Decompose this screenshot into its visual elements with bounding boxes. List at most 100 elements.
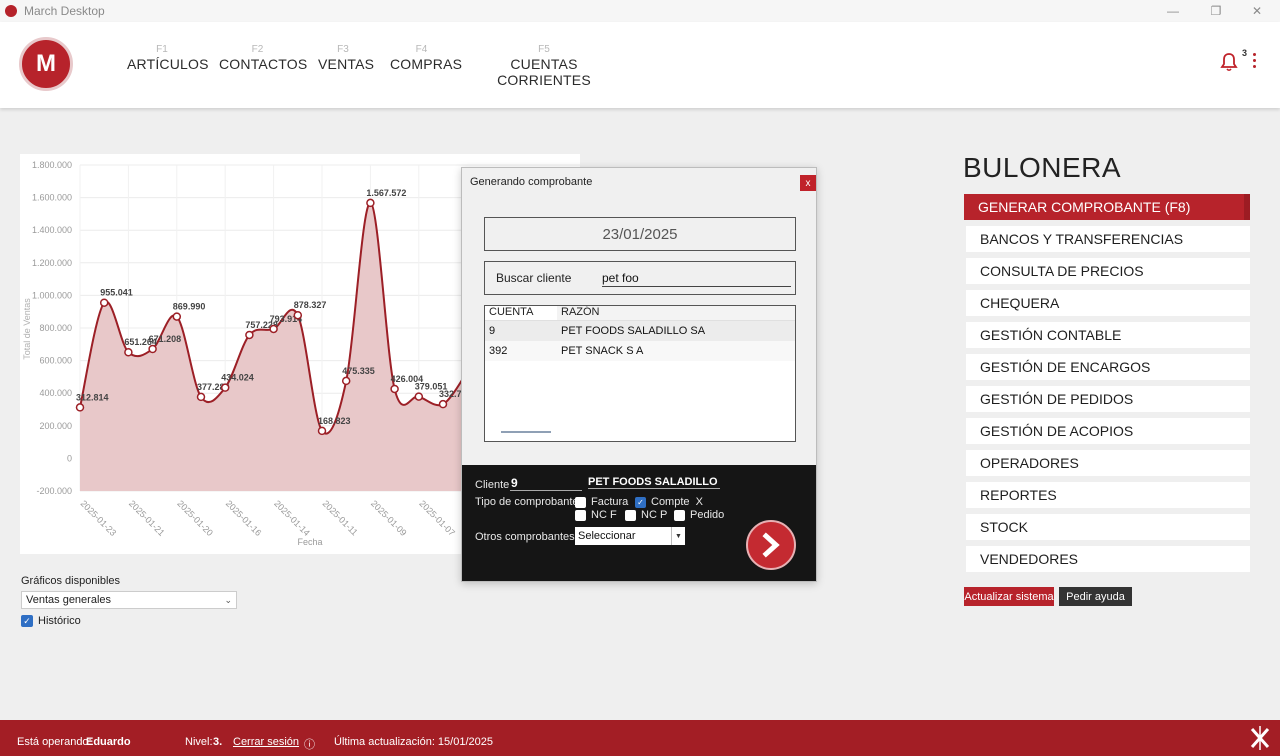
graficos-label: Gráficos disponibles bbox=[21, 575, 121, 587]
data-point bbox=[148, 344, 157, 354]
cerrar-sesion-link[interactable]: Cerrar sesión bbox=[233, 736, 299, 748]
x-tick-label: 2025-01-20 bbox=[175, 498, 215, 538]
data-label: 475.335 bbox=[342, 366, 375, 376]
side-btn-generar-comprobante[interactable]: GENERAR COMPROBANTE (F8) bbox=[964, 194, 1250, 220]
side-btn-gestion-encargos[interactable]: GESTIÓN DE ENCARGOS bbox=[966, 354, 1250, 380]
col-header-razon[interactable]: RAZÓN bbox=[557, 306, 795, 320]
operador-name: Eduardo bbox=[86, 736, 131, 748]
data-point bbox=[341, 376, 351, 386]
y-tick-label: 1.400.000 bbox=[32, 225, 72, 235]
option-pedido[interactable]: Pedido bbox=[674, 509, 724, 521]
nav-cuentas-corrientes[interactable]: F5 CUENTAS CORRIENTES bbox=[474, 44, 614, 88]
nav-fkey: F5 bbox=[538, 44, 550, 55]
data-point bbox=[245, 330, 254, 340]
horizontal-scrollbar[interactable] bbox=[501, 431, 551, 433]
otros-comprobantes-select[interactable]: Seleccionar ▼ bbox=[575, 527, 685, 545]
window-title: March Desktop bbox=[24, 4, 105, 18]
checkbox-icon bbox=[674, 509, 685, 521]
cliente-name-field: PET FOODS SALADILLO S bbox=[588, 476, 720, 489]
table-row[interactable]: 9 PET FOODS SALADILLO SA bbox=[485, 321, 795, 341]
nav-contactos[interactable]: F2 CONTACTOS bbox=[219, 44, 308, 72]
y-axis-label: Total de Ventas bbox=[22, 298, 32, 360]
x-tick-label: 2025-01-07 bbox=[417, 498, 457, 538]
nav-label: ARTÍCULOS bbox=[127, 56, 209, 72]
nav-label: CONTACTOS bbox=[219, 56, 308, 72]
side-btn-gestion-contable[interactable]: GESTIÓN CONTABLE bbox=[966, 322, 1250, 348]
data-point bbox=[172, 312, 182, 321]
pedir-ayuda-button[interactable]: Pedir ayuda bbox=[1059, 587, 1132, 606]
data-label: 312.814 bbox=[76, 392, 109, 402]
option-nc-f[interactable]: NC F bbox=[575, 509, 617, 521]
x-axis-label: Fecha bbox=[297, 537, 322, 547]
nav-ventas[interactable]: F3 VENTAS bbox=[318, 44, 374, 72]
data-point bbox=[124, 347, 133, 357]
bell-icon[interactable] bbox=[1220, 52, 1238, 72]
chart-type-select[interactable]: Ventas generales ⌄ bbox=[21, 591, 237, 609]
results-table: CUENTA RAZÓN 9 PET FOODS SALADILLO SA 39… bbox=[484, 305, 796, 442]
table-header: CUENTA RAZÓN bbox=[485, 306, 795, 321]
option-label: NC F bbox=[591, 509, 617, 521]
more-options-icon[interactable] bbox=[1252, 53, 1258, 71]
close-window-button[interactable]: ✕ bbox=[1234, 0, 1280, 22]
app-icon bbox=[5, 5, 17, 17]
side-btn-gestion-pedidos[interactable]: GESTIÓN DE PEDIDOS bbox=[966, 386, 1250, 412]
table-row[interactable]: 392 PET SNACK S A bbox=[485, 341, 795, 361]
side-btn-operadores[interactable]: OPERADORES bbox=[966, 450, 1250, 476]
nivel-label: Nivel: bbox=[185, 736, 213, 748]
side-btn-vendedores[interactable]: VENDEDORES bbox=[966, 546, 1250, 572]
cell-cuenta: 392 bbox=[489, 345, 508, 357]
y-tick-label: 0 bbox=[67, 453, 72, 463]
col-header-cuenta[interactable]: CUENTA bbox=[485, 306, 557, 320]
tipo-comprobante-label: Tipo de comprobante bbox=[475, 496, 579, 508]
otros-selected: Seleccionar bbox=[578, 530, 636, 542]
side-btn-chequera[interactable]: CHEQUERA bbox=[966, 290, 1250, 316]
side-btn-consulta-precios[interactable]: CONSULTA DE PRECIOS bbox=[966, 258, 1250, 284]
data-point bbox=[438, 399, 448, 409]
nav-compras[interactable]: F4 COMPRAS bbox=[390, 44, 462, 72]
y-tick-label: 1.600.000 bbox=[32, 193, 72, 203]
option-label: NC P bbox=[641, 509, 668, 521]
info-icon[interactable]: ⓘ bbox=[304, 736, 315, 752]
maximize-button[interactable]: ❐ bbox=[1193, 0, 1239, 22]
y-tick-label: 1.000.000 bbox=[32, 290, 72, 300]
x-tick-label: 2025-01-14 bbox=[272, 498, 312, 538]
minimize-button[interactable]: — bbox=[1150, 0, 1196, 22]
data-point bbox=[99, 298, 109, 307]
cell-razon: PET SNACK S A bbox=[561, 345, 644, 357]
y-tick-label: 600.000 bbox=[39, 356, 72, 366]
confirm-next-button[interactable] bbox=[746, 520, 796, 570]
x-tick-label: 2025-01-16 bbox=[224, 498, 264, 538]
window-titlebar: March Desktop — ❐ ✕ bbox=[0, 0, 1280, 22]
nav-fkey: F2 bbox=[251, 44, 264, 55]
cliente-number-field[interactable]: 9 bbox=[510, 476, 582, 491]
nav-label: CUENTAS CORRIENTES bbox=[497, 56, 591, 88]
side-btn-reportes[interactable]: REPORTES bbox=[966, 482, 1250, 508]
nav-fkey: F3 bbox=[337, 44, 349, 55]
date-field[interactable]: 23/01/2025 bbox=[484, 217, 796, 251]
dialog-close-button[interactable]: x bbox=[800, 175, 816, 191]
logo-letter: M bbox=[36, 50, 56, 77]
y-tick-label: -200.000 bbox=[36, 486, 72, 496]
option-compte-x[interactable]: ✓ Compte X bbox=[635, 496, 703, 508]
dropdown-arrow-icon: ▼ bbox=[671, 527, 685, 545]
historico-checkbox[interactable]: ✓ Histórico bbox=[21, 615, 81, 627]
y-tick-label: 400.000 bbox=[39, 388, 72, 398]
nav-articulos[interactable]: F1 ARTÍCULOS bbox=[127, 44, 209, 72]
search-cliente-input[interactable] bbox=[602, 269, 791, 287]
company-name: BULONERA bbox=[963, 152, 1122, 183]
cell-cuenta: 9 bbox=[489, 325, 496, 337]
side-btn-bancos[interactable]: BANCOS Y TRANSFERENCIAS bbox=[966, 226, 1250, 252]
data-point bbox=[293, 310, 303, 320]
option-factura[interactable]: Factura bbox=[575, 496, 628, 508]
option-nc-p[interactable]: NC P bbox=[625, 509, 667, 521]
chevron-down-icon: ⌄ bbox=[224, 594, 232, 605]
side-btn-stock[interactable]: STOCK bbox=[966, 514, 1250, 540]
side-btn-gestion-acopios[interactable]: GESTIÓN DE ACOPIOS bbox=[966, 418, 1250, 444]
checkbox-icon bbox=[575, 509, 586, 521]
checkbox-icon bbox=[575, 496, 586, 508]
operando-label: Está operando: bbox=[17, 736, 92, 748]
y-tick-label: 1.200.000 bbox=[32, 258, 72, 268]
actualizar-sistema-button[interactable]: Actualizar sistema bbox=[964, 587, 1054, 606]
app-logo[interactable]: M bbox=[19, 37, 73, 91]
data-point bbox=[317, 426, 327, 436]
